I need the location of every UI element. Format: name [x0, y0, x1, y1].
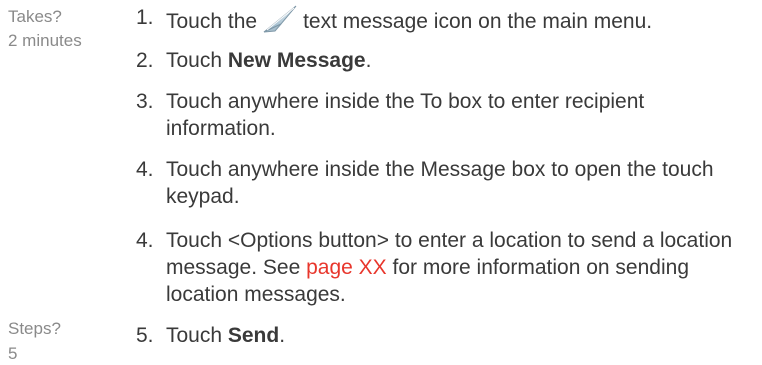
step-number: 3. — [136, 90, 154, 113]
step-number: 2. — [136, 49, 154, 72]
takes-label: Takes? — [8, 7, 62, 26]
step-number: 5. — [136, 324, 154, 347]
steps-label: Steps? — [8, 319, 61, 338]
step-text-before-icon: Touch the — [166, 10, 258, 33]
step-text: Touch <Options button> to enter a locati… — [166, 227, 756, 308]
takes-value: 2 minutes — [8, 31, 82, 50]
step-4-options: 4. Touch <Options button> to enter a loc… — [136, 227, 756, 308]
step-4-message-box: 4. Touch anywhere inside the Message box… — [136, 156, 756, 210]
send-label: Send — [227, 324, 280, 347]
step-text-suffix: . — [279, 324, 286, 347]
step-number: 4. — [136, 158, 154, 181]
instruction-page: Takes? 2 minutes Steps? 5 1. Touch the t… — [0, 0, 762, 363]
step-text-suffix: . — [365, 49, 372, 72]
page-xx-link[interactable]: page XX — [306, 256, 387, 279]
step-number: 1. — [136, 6, 154, 29]
step-text: Touch Send. — [166, 322, 756, 349]
step-1: 1. Touch the text message icon on the ma… — [136, 4, 756, 35]
step-5: 5. Touch Send. — [136, 322, 756, 349]
step-text: Touch anywhere inside the To box to ente… — [166, 90, 645, 140]
message-icon — [261, 4, 299, 34]
step-text-prefix: Touch — [166, 49, 228, 72]
step-2: 2. Touch New Message. — [136, 47, 756, 74]
step-text: Touch New Message. — [166, 47, 756, 74]
step-3: 3. Touch anywhere inside the To box to e… — [136, 88, 756, 142]
steps-value: 5 — [8, 344, 18, 363]
step-text-prefix: Touch — [166, 324, 228, 347]
step-number: 4. — [136, 229, 154, 252]
new-message-label: New Message — [227, 49, 366, 72]
step-text: Touch anywhere inside the Message box to… — [166, 158, 714, 208]
step-text: Touch the text message icon on the main … — [166, 4, 756, 35]
step-text-after-icon: text message icon on the main menu. — [303, 10, 653, 33]
